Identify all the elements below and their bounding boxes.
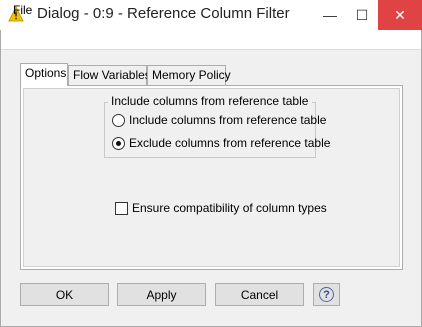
- group-border-left: [104, 102, 108, 103]
- radio-include[interactable]: Include columns from reference table: [112, 112, 326, 128]
- window-title: Dialog - 0:9 - Reference Column Filter: [37, 5, 290, 22]
- close-button[interactable]: ✕: [378, 0, 422, 30]
- help-icon: ?: [319, 287, 334, 302]
- radio-include-indicator[interactable]: [112, 113, 125, 127]
- cancel-button[interactable]: Cancel: [215, 283, 304, 306]
- group-title: Include columns from reference table: [110, 94, 310, 108]
- group-border-right: [312, 102, 316, 103]
- ensure-compatibility-checkbox[interactable]: Ensure compatibility of column types: [115, 200, 327, 216]
- apply-button[interactable]: Apply: [117, 283, 206, 306]
- tab-memory-policy[interactable]: Memory Policy: [147, 65, 231, 85]
- minimize-button[interactable]: —: [314, 0, 346, 30]
- radio-exclude[interactable]: Exclude columns from reference table: [112, 135, 330, 151]
- maximize-button[interactable]: ☐: [346, 0, 378, 30]
- ok-button[interactable]: OK: [20, 283, 109, 306]
- radio-include-label: Include columns from reference table: [129, 113, 327, 127]
- radio-exclude-indicator[interactable]: [112, 136, 125, 150]
- menu-file[interactable]: File: [13, 3, 32, 17]
- ensure-compatibility-box[interactable]: [115, 201, 128, 215]
- ensure-compatibility-label: Ensure compatibility of column types: [132, 201, 327, 215]
- menu-bar: [1, 30, 421, 50]
- tab-options[interactable]: Options: [20, 63, 68, 86]
- tab-flow-variables[interactable]: Flow Variables: [68, 65, 151, 85]
- radio-exclude-label: Exclude columns from reference table: [129, 136, 331, 150]
- help-button[interactable]: ?: [313, 283, 340, 306]
